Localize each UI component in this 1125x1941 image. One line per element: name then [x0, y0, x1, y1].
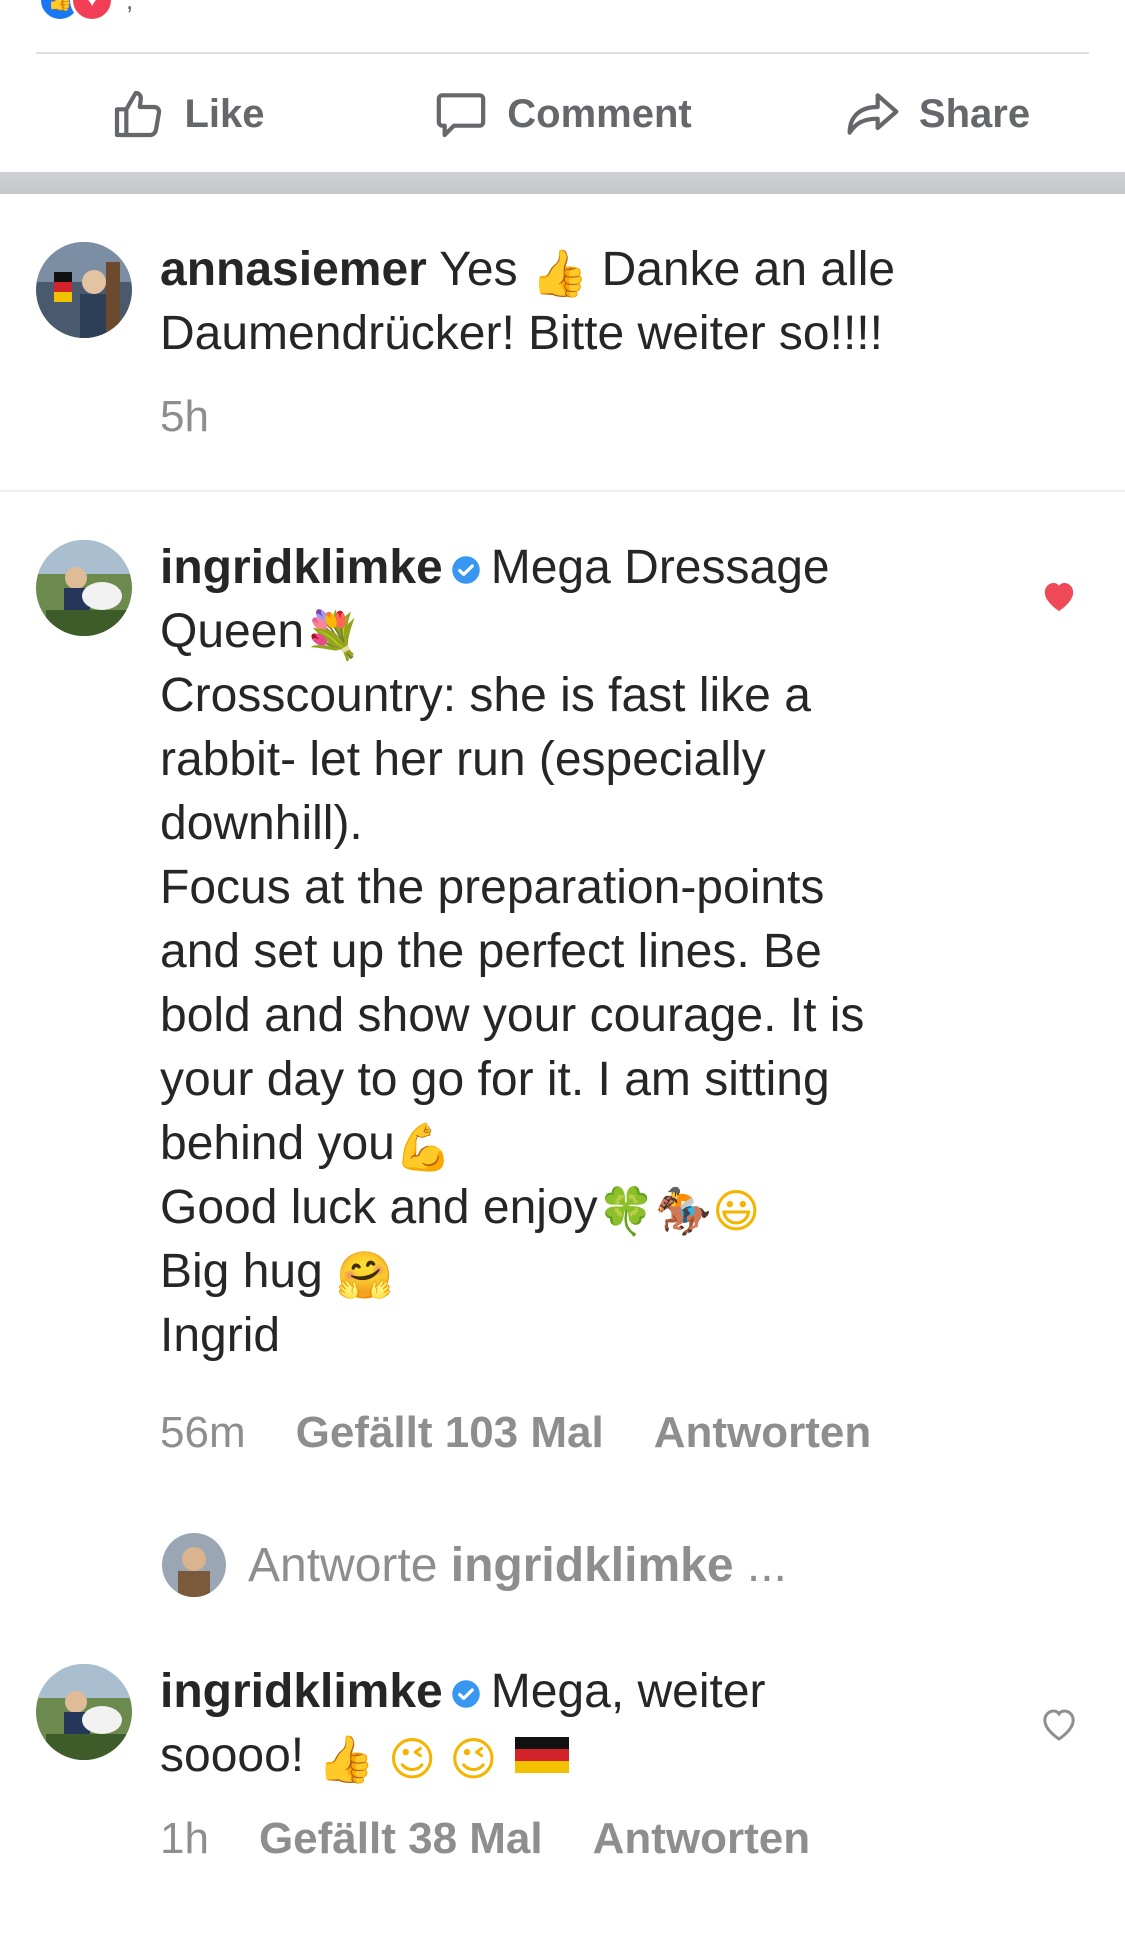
thumbs-up-icon [115, 90, 162, 138]
smiley-emoji-icon: 😃 [712, 1184, 761, 1238]
germany-flag-icon [514, 1737, 569, 1773]
comment-line: behind you [160, 1117, 395, 1170]
comment-label: Comment [507, 91, 692, 136]
comment-bubble-icon [436, 93, 486, 138]
divider [0, 490, 1125, 492]
comment-button[interactable]: Comment [375, 86, 750, 142]
reply-prompt[interactable]: Antworte ingridklimke ... [162, 1530, 787, 1600]
comment-item: ingridklimke Mega, weiter soooo! 👍 😉 😉 1h… [36, 1664, 1089, 1904]
comment-line: Ingrid [160, 1309, 281, 1362]
reply-button[interactable]: Antworten [593, 1814, 811, 1864]
verified-badge-icon [452, 1680, 480, 1708]
comment-text: ingridklimke Mega Dressage Queen💐 Crossco… [160, 536, 1019, 1368]
reply-username: ingridklimke [450, 1538, 734, 1592]
reply-button[interactable]: Antworten [654, 1408, 872, 1458]
comment-timestamp: 5h [160, 392, 209, 441]
like-label: Like [184, 91, 265, 136]
reaction-summary[interactable]: 👍 ♥ , [38, 0, 133, 22]
comment-line: Mega Dressage [490, 541, 830, 594]
comment-line: Big hug [160, 1245, 323, 1298]
flexed-biceps-emoji-icon: 💪 [394, 1120, 453, 1174]
share-arrow-icon [847, 93, 899, 135]
love-reaction-icon: ♥ [70, 0, 114, 22]
comment-line: downhill). [160, 797, 363, 850]
comment-line: Queen [160, 605, 305, 658]
comment-line: Focus at the preparation-points [160, 861, 825, 914]
reaction-count: , [126, 0, 133, 16]
share-label: Share [918, 91, 1031, 136]
verified-badge-icon [452, 556, 480, 584]
comment-item: ingridklimke Mega Dressage Queen💐 Crossco… [36, 540, 1089, 1460]
reply-input[interactable]: Antworte ingridklimke ... [248, 1538, 787, 1593]
comment-username[interactable]: ingridklimke [160, 1665, 443, 1718]
comment-line: Mega, weiter [490, 1665, 766, 1718]
avatar [162, 1533, 226, 1597]
comment-meta: 56m Gefällt 103 Mal Antworten [160, 1408, 871, 1458]
comment-timestamp: 1h [160, 1814, 209, 1863]
divider [36, 52, 1089, 54]
avatar[interactable] [36, 540, 132, 636]
likes-count[interactable]: Gefällt 103 Mal [296, 1408, 604, 1458]
comment-word: Yes [439, 243, 518, 296]
comment-username[interactable]: ingridklimke [160, 541, 443, 594]
comment-line: Daumendrücker! Bitte weiter so!!!! [160, 307, 883, 360]
share-button[interactable]: Share [750, 86, 1125, 142]
comment-meta: 5h [160, 392, 209, 442]
comment-line: soooo! [160, 1729, 305, 1782]
comment-line: your day to go for it. I am sitting [160, 1053, 830, 1106]
like-heart-icon[interactable] [1039, 1704, 1079, 1744]
winking-face-emoji-icon: 😉 [388, 1732, 437, 1786]
four-leaf-clover-emoji-icon: 🍀 [597, 1184, 655, 1238]
reply-ellipsis: ... [746, 1538, 787, 1592]
comment-username[interactable]: annasiemer [160, 243, 427, 296]
avatar[interactable] [36, 242, 132, 338]
comment-line: rabbit- let her run (especially [160, 733, 766, 786]
comment-line: Good luck and enjoy [160, 1181, 598, 1234]
comment-line: and set up the perfect lines. Be [160, 925, 822, 978]
winking-face-emoji-icon: 😉 [449, 1732, 498, 1786]
comment-text: ingridklimke Mega, weiter soooo! 👍 😉 😉 [160, 1660, 1019, 1788]
comment-line: bold and show your courage. It is [160, 989, 865, 1042]
thumbs-up-emoji-icon: 👍 [530, 246, 589, 300]
avatar[interactable] [36, 1664, 132, 1760]
horse-racing-emoji-icon: 🏇 [654, 1184, 713, 1238]
comment-meta: 1h Gefällt 38 Mal Antworten [160, 1814, 810, 1864]
comment-line: Danke an alle [601, 243, 896, 296]
comment-item: annasiemer Yes 👍 Danke an alle Daumendrü… [36, 242, 1089, 462]
comment-line: Crosscountry: she is fast like a [160, 669, 811, 722]
section-separator [0, 172, 1125, 194]
liked-heart-icon[interactable] [1039, 576, 1079, 616]
like-button[interactable]: Like [0, 86, 375, 142]
bouquet-emoji-icon: 💐 [304, 608, 362, 662]
likes-count[interactable]: Gefällt 38 Mal [259, 1814, 543, 1864]
facebook-action-bar: Like Comment Share [0, 70, 1125, 158]
comment-text: annasiemer Yes 👍 Danke an alle Daumendrü… [160, 238, 1019, 366]
hugging-face-emoji-icon: 🤗 [336, 1248, 394, 1302]
thumbs-up-emoji-icon: 👍 [317, 1732, 375, 1786]
reply-prefix: Antworte [248, 1538, 438, 1592]
comment-timestamp: 56m [160, 1408, 246, 1457]
